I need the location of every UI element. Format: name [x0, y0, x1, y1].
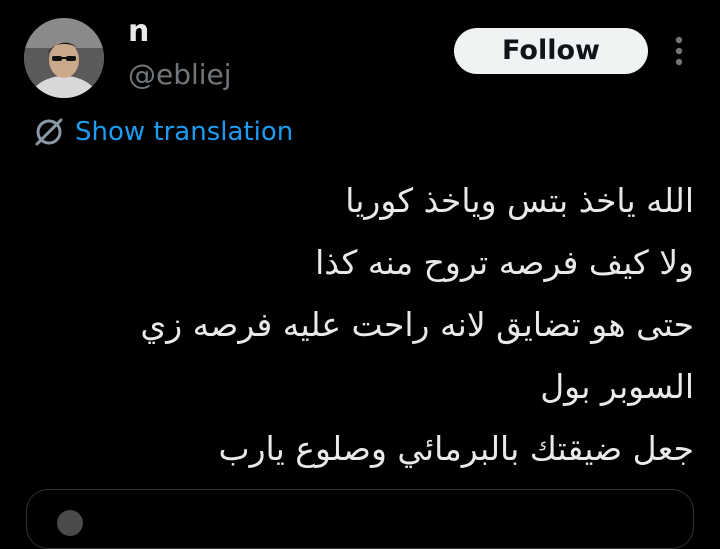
more-options-button[interactable]: [664, 31, 694, 71]
show-translation-link[interactable]: Show translation: [32, 112, 293, 152]
user-handle[interactable]: @ebliej: [128, 55, 232, 95]
tweet-card: n @ebliej Follow Show translation الله ي…: [0, 0, 720, 549]
tweet-text: الله ياخذ بتس وياخذ كوريا ولا كيف فرصه ت…: [54, 170, 694, 480]
quoted-tweet-card[interactable]: [26, 489, 694, 549]
more-vertical-icon: [675, 36, 683, 66]
tweet-text-line: الله ياخذ بتس وياخذ كوريا: [345, 181, 694, 220]
follow-button[interactable]: Follow: [454, 28, 648, 74]
show-translation-label: Show translation: [75, 117, 294, 147]
display-name[interactable]: n: [128, 10, 149, 54]
tweet-text-line: جعل ضيقتك بالبرمائي وصلوع يارب: [218, 429, 694, 468]
tweet-text-line: حتى هو تضايق لانه راحت عليه فرصه زي: [140, 305, 694, 344]
user-avatar[interactable]: [24, 18, 104, 98]
profile-photo-icon: [24, 18, 104, 98]
tweet-text-line: ولا كيف فرصه تروح منه كذا: [315, 243, 694, 282]
tweet-text-line: السوبر بول: [540, 367, 694, 406]
globe-icon: [35, 118, 63, 146]
